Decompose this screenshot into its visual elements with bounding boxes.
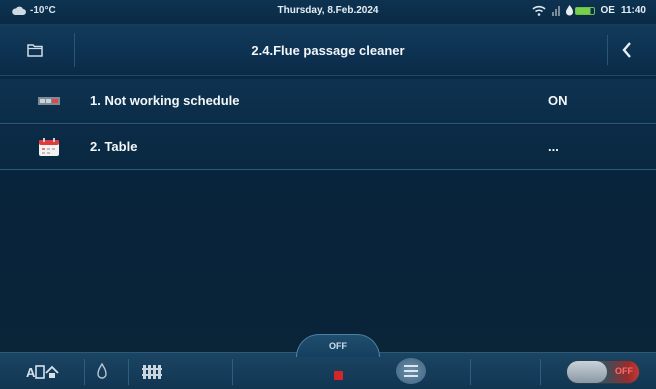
back-button[interactable]: [607, 35, 646, 65]
toggle-knob: [567, 361, 607, 383]
radiator-icon: [142, 365, 162, 379]
list-item-value: ON: [548, 93, 568, 108]
menu-line: [404, 375, 418, 377]
title-bar: 2.4.Flue passage cleaner: [0, 25, 656, 76]
menu-line: [404, 365, 418, 367]
wifi-icon: [531, 5, 546, 16]
list-item-label: 2. Table: [90, 139, 138, 154]
chevron-left-icon: [622, 42, 631, 58]
bottom-separator: [470, 359, 471, 385]
bottom-separator: [84, 359, 85, 385]
fuel-level: [565, 5, 595, 16]
home-auto-button[interactable]: A: [26, 361, 66, 383]
list-item-not-working-schedule[interactable]: 1. Not working schedule ON: [0, 79, 656, 124]
off-status-tab[interactable]: OFF: [296, 334, 380, 357]
list-item-table[interactable]: 2. Table ...: [0, 125, 656, 170]
fuel-bar: [574, 6, 595, 15]
screen: -10°C Thursday, 8.Feb.2024 OE 11:40 2.4.…: [0, 0, 656, 389]
list-item-label: 1. Not working schedule: [90, 93, 240, 108]
bottom-separator: [232, 359, 233, 385]
menu-button[interactable]: [396, 358, 426, 384]
off-status-label: OFF: [329, 341, 347, 351]
auto-home-icon: A: [26, 365, 59, 380]
bottom-separator: [128, 359, 129, 385]
bottom-separator: [540, 359, 541, 385]
signal-icon: [551, 5, 560, 16]
schedule-icon: [38, 97, 60, 105]
clock: 11:40: [620, 5, 646, 16]
svg-text:A: A: [26, 365, 36, 380]
flame-icon: [565, 5, 573, 16]
list-item-value: ...: [548, 139, 559, 154]
radiator-button[interactable]: [140, 361, 164, 383]
status-bar: -10°C Thursday, 8.Feb.2024 OE 11:40: [0, 0, 656, 25]
hot-water-button[interactable]: [94, 361, 110, 383]
power-toggle[interactable]: OFF: [566, 360, 640, 384]
mode-indicator: OE: [600, 5, 615, 16]
stop-indicator-icon: [334, 371, 343, 380]
toggle-label: OFF: [615, 366, 633, 376]
menu-line: [404, 370, 418, 372]
calendar-icon: [39, 138, 59, 156]
status-right: OE 11:40: [531, 5, 646, 16]
tap-icon: [97, 362, 107, 379]
bottom-bar: A: [0, 352, 656, 389]
page-title: 2.4.Flue passage cleaner: [251, 43, 405, 58]
